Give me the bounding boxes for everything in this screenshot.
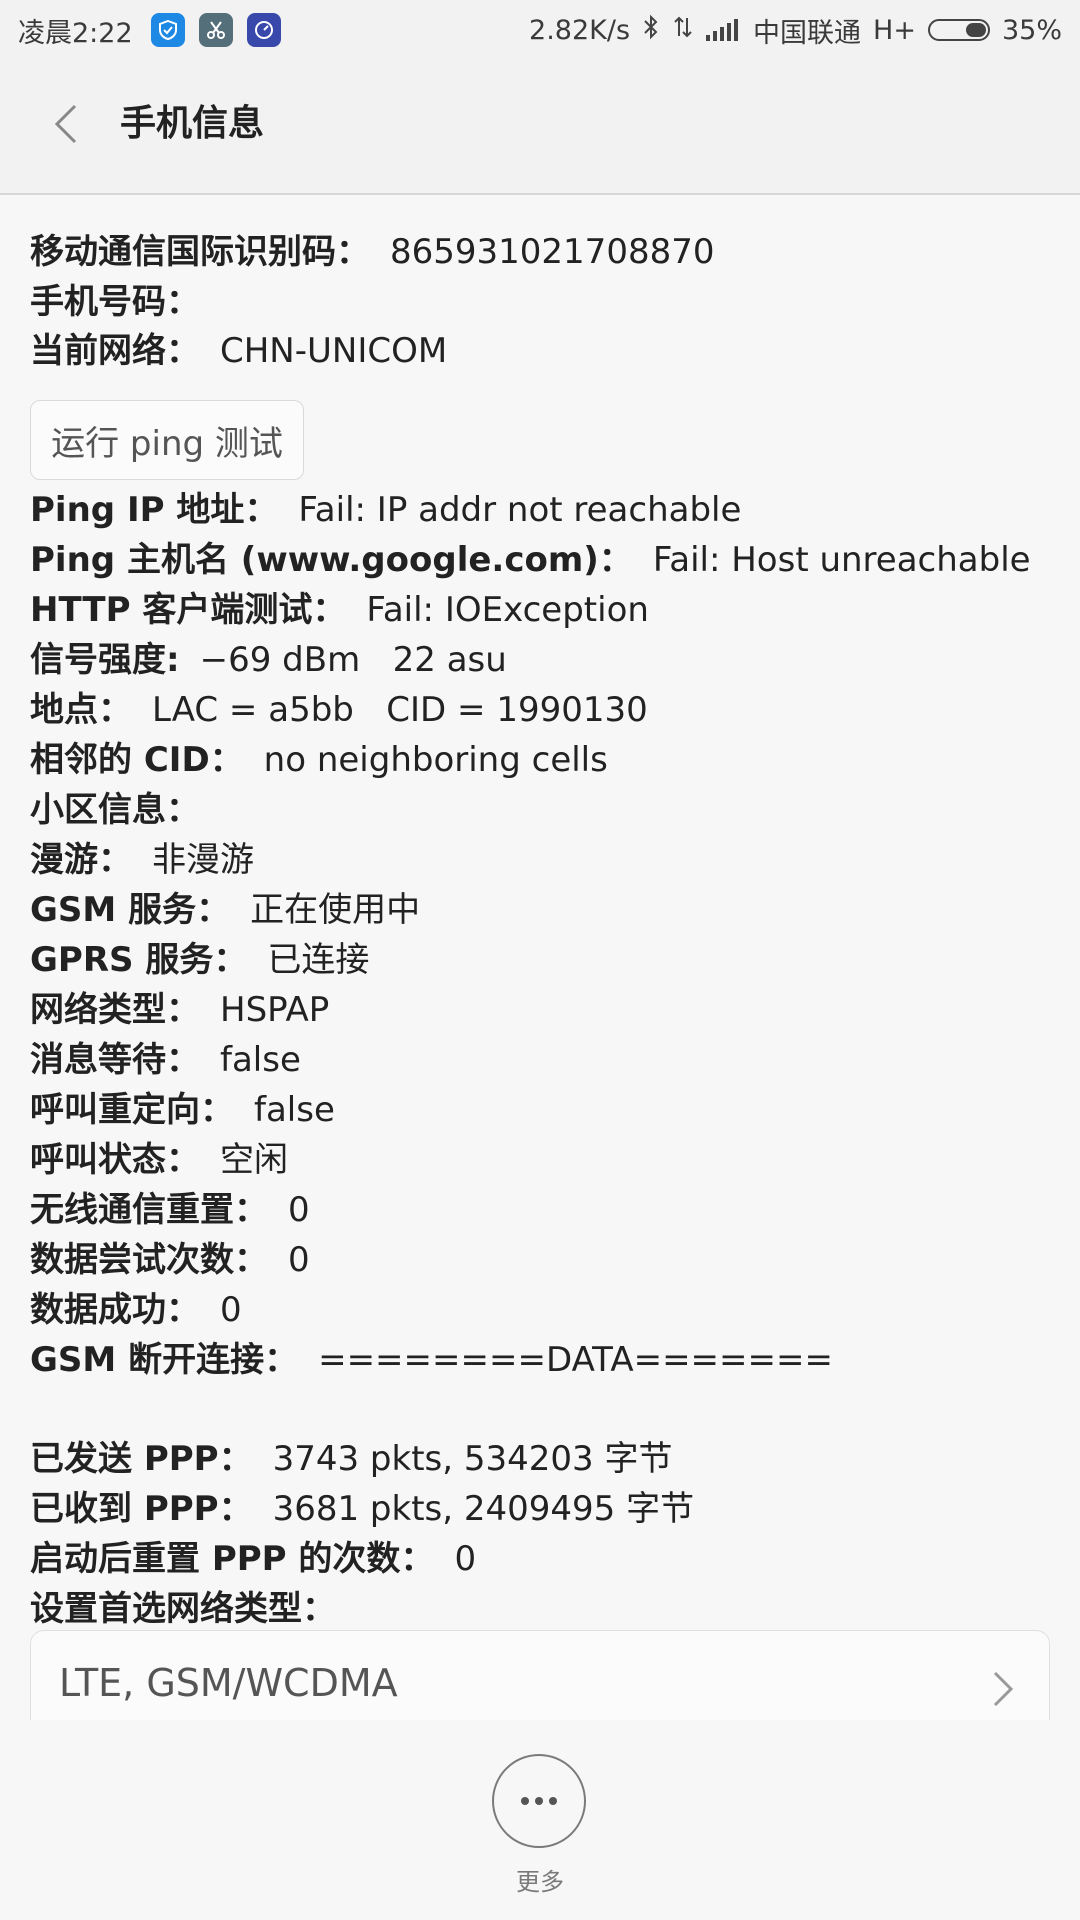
more-label: 更多 [516,1868,564,1896]
info-row-ping-ip: Ping IP 地址： Fail: IP addr not reachable [30,490,742,530]
gauge-app-icon [246,13,281,47]
info-row-ppp-received: 已收到 PPP： 3681 pkts, 2409495 字节 [30,1489,695,1529]
status-time: 凌晨2:22 [18,17,133,49]
shield-app-icon [150,13,185,47]
info-row-ppp-resets: 启动后重置 PPP 的次数： 0 [30,1539,477,1579]
data-arrows-icon [672,14,694,47]
chevron-left-icon [54,104,77,144]
network-speed: 2.82K/s [529,14,631,46]
info-row-roaming: 漫游： 非漫游 [30,840,254,880]
info-row-gprs-service: GPRS 服务： 已连接 [30,940,370,980]
info-row-imei: 移动通信国际识别码： 865931021708870 [30,232,715,272]
info-row-gsm-disconnect: GSM 断开连接： ========DATA======= [30,1340,833,1380]
preferred-network-value: LTE, GSM/WCDMA [59,1661,398,1705]
info-row-data-attempts: 数据尝试次数： 0 [30,1240,310,1280]
phone-info-content[interactable]: 移动通信国际识别码： 865931021708870 手机号码： 当前网络： CHN… [0,195,1080,1720]
battery-icon [927,19,990,41]
info-row-ping-host: Ping 主机名 (www.google.com)： Fail: Host unr… [30,540,1031,580]
preferred-network-select[interactable]: LTE, GSM/WCDMA [30,1630,1050,1720]
page-title: 手机信息 [120,103,265,144]
network-type: H+ [873,14,916,46]
info-row-cell-info: 小区信息： [30,790,200,830]
chevron-right-icon [993,1671,1014,1707]
info-row-network-type: 网络类型： HSPAP [30,990,330,1030]
info-row-gsm-service: GSM 服务： 正在使用中 [30,890,421,930]
info-row-phone-number: 手机号码： [30,282,200,322]
title-bar: 手机信息 [0,60,1080,195]
carrier-name: 中国联通 [753,17,862,49]
info-row-location: 地点： LAC = a5bb CID = 1990130 [30,690,648,730]
battery-percent: 35% [1001,14,1062,46]
info-row-preferred-network-label: 设置首选网络类型： [30,1589,336,1629]
info-row-signal: 信号强度: −69 dBm 22 asu [30,640,507,680]
info-row-ppp-sent: 已发送 PPP： 3743 pkts, 534203 字节 [30,1439,673,1479]
info-row-neighbor-cid: 相邻的 CID： no neighboring cells [30,740,608,780]
info-row-message-waiting: 消息等待： false [30,1040,301,1080]
info-row-current-network: 当前网络： CHN-UNICOM [30,331,448,371]
more-dots-icon [521,1797,557,1805]
info-row-http-test: HTTP 客户端测试： Fail: IOException [30,590,649,630]
scissors-app-icon [198,13,233,47]
info-row-data-success: 数据成功： 0 [30,1290,242,1330]
bottom-bar: 更多 [0,1720,1080,1920]
signal-icon [706,19,741,41]
bluetooth-icon [642,14,660,47]
back-button[interactable] [40,98,92,150]
info-row-call-redirect: 呼叫重定向： false [30,1090,335,1130]
info-row-radio-resets: 无线通信重置： 0 [30,1190,310,1230]
run-ping-test-button[interactable]: 运行 ping 测试 [30,400,304,480]
more-button[interactable] [492,1754,586,1848]
status-bar: 凌晨2:22 2.82K/s 中国联通 H+ 35% [0,0,1080,60]
info-row-call-state: 呼叫状态： 空闲 [30,1140,288,1180]
